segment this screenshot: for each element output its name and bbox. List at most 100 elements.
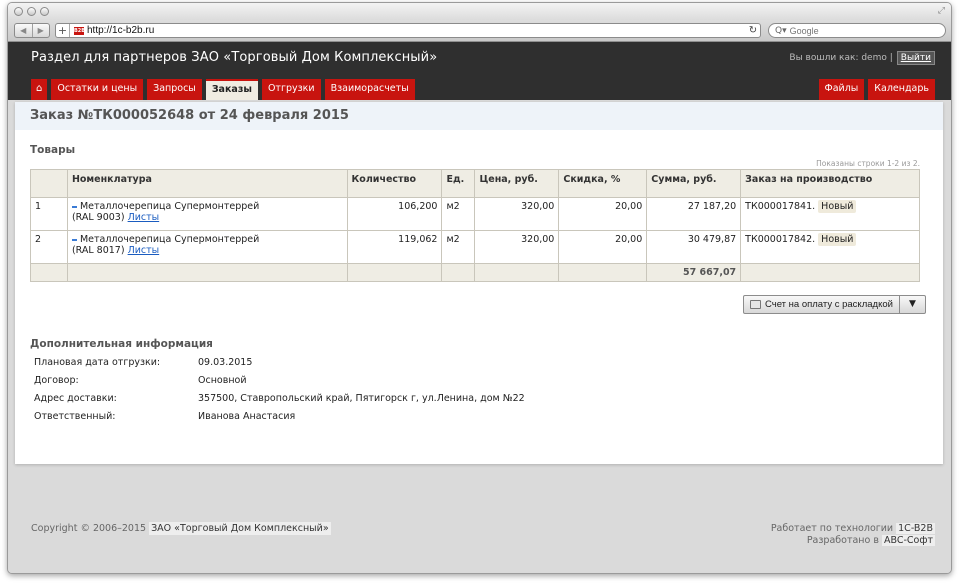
search-icon: Q▾ (775, 25, 787, 36)
reload-icon[interactable]: ↻ (746, 25, 760, 36)
menu-item-shipments[interactable]: Отгрузки (261, 79, 321, 100)
copyright-text: Copyright © 2006–2015 (31, 523, 147, 534)
url-text[interactable]: http://1c-b2b.ru (87, 25, 746, 36)
back-button[interactable]: ◀ (15, 24, 32, 37)
discount-cell: 20,00 (558, 230, 648, 264)
footer-org[interactable]: ЗАО «Торговый Дом Комплексный» (149, 522, 331, 535)
dev-link[interactable]: ABC-Софт (881, 535, 935, 546)
browser-toolbar: ◀ ▶ + B2B http://1c-b2b.ru ↻ Q▾ (8, 20, 951, 42)
product-link[interactable]: Листы (128, 245, 160, 256)
info-row: Договор: Основной (34, 374, 525, 392)
discount-cell: 20,00 (558, 197, 648, 231)
goods-section-title: Товары (30, 144, 76, 156)
tech-link[interactable]: 1C-B2B (896, 523, 935, 534)
total-row: 57 667,07 (30, 263, 920, 282)
empty-cell (441, 263, 476, 282)
status-badge: Новый (818, 233, 857, 246)
column-header[interactable]: Скидка, % (558, 169, 648, 198)
sum-cell: 27 187,20 (646, 197, 742, 231)
column-header[interactable]: Ед. (441, 169, 476, 198)
info-label: Плановая дата отгрузки: (34, 357, 161, 368)
info-value: Основной (198, 375, 247, 386)
add-bookmark-icon[interactable]: + (56, 24, 70, 37)
dash-icon (71, 205, 77, 208)
column-header[interactable]: Заказ на производство (740, 169, 920, 198)
product-cell: Металлочерепица Супермонтеррей (RAL 9003… (66, 197, 348, 231)
unit-cell: м2 (441, 197, 476, 231)
favicon-icon: B2B (74, 26, 86, 35)
production-order-cell: ТК000017841. Новый (740, 197, 920, 231)
footer-copyright: Copyright © 2006–2015 ЗАО «Торговый Дом … (31, 522, 331, 535)
row-number: 2 (30, 230, 68, 264)
menu-item-calendar[interactable]: Календарь (868, 79, 935, 100)
production-order-cell: ТК000017842. Новый (740, 230, 920, 264)
forward-button[interactable]: ▶ (31, 24, 50, 37)
product-cell: Металлочерепица Супермонтеррей (RAL 8017… (66, 230, 348, 264)
info-label: Ответственный: (34, 411, 116, 422)
column-header[interactable]: Количество (346, 169, 443, 198)
price-cell: 320,00 (474, 197, 560, 231)
table-row: 2 Металлочерепица Супермонтеррей (RAL 80… (30, 230, 920, 264)
goods-table: Номенклатура Количество Ед. Цена, руб. С… (30, 169, 920, 282)
page-header: Заказ №ТК000052648 от 24 февраля 2015 (15, 102, 943, 130)
login-info: Вы вошли как: demo | Выйти (789, 51, 935, 65)
total-sum: 57 667,07 (646, 263, 742, 282)
empty-cell (66, 263, 348, 282)
info-value: 357500, Ставропольский край, Пятигорск г… (198, 393, 525, 404)
search-input[interactable] (789, 25, 930, 36)
invoice-button[interactable]: Счет на оплату с раскладкой (744, 296, 899, 313)
info-row: Плановая дата отгрузки: 09.03.2015 (34, 356, 525, 374)
unit-cell: м2 (441, 230, 476, 264)
status-badge: Новый (818, 200, 857, 213)
quantity-cell: 119,062 (346, 230, 443, 264)
menu-item-orders[interactable]: Заказы (205, 79, 258, 100)
info-label: Адрес доставки: (34, 393, 117, 404)
home-icon[interactable]: ⌂ (31, 79, 48, 100)
dash-icon (71, 238, 77, 241)
title-bar: ⤢ (8, 3, 951, 20)
empty-cell (558, 263, 648, 282)
zoom-window-button[interactable] (40, 7, 49, 16)
content-panel: Заказ №ТК000052648 от 24 февраля 2015 То… (15, 102, 943, 464)
product-extra: (RAL 9003) (71, 212, 125, 223)
menu-item-files[interactable]: Файлы (818, 79, 865, 100)
nav-buttons: ◀ ▶ (14, 23, 50, 38)
close-window-button[interactable] (14, 7, 23, 16)
product-name: Металлочерепица Супермонтеррей (79, 201, 260, 212)
minimize-window-button[interactable] (27, 7, 36, 16)
product-link[interactable]: Листы (128, 212, 160, 223)
address-bar[interactable]: + B2B http://1c-b2b.ru ↻ (55, 23, 761, 38)
invoice-dropdown-button[interactable]: ▼ (898, 296, 925, 313)
printer-icon (750, 300, 761, 309)
column-header[interactable]: Цена, руб. (474, 169, 560, 198)
logged-in-label: Вы вошли как: demo | (789, 53, 893, 63)
footer-credits: Работает по технологии 1C-B2B Разработан… (771, 523, 935, 547)
menu-item-stock[interactable]: Остатки и цены (51, 79, 144, 100)
info-row: Ответственный: Иванова Анастасия (34, 410, 525, 428)
column-header[interactable]: Сумма, руб. (646, 169, 742, 198)
site-header: Раздел для партнеров ЗАО «Торговый Дом К… (8, 42, 951, 100)
search-bar[interactable]: Q▾ (768, 23, 946, 38)
production-order-number: ТК000017841. (745, 201, 816, 212)
quantity-cell: 106,200 (346, 197, 443, 231)
resize-icon[interactable]: ⤢ (938, 6, 945, 16)
invoice-button-group: Счет на оплату с раскладкой ▼ (743, 295, 926, 314)
empty-cell (30, 263, 68, 282)
main-area: Заказ №ТК000052648 от 24 февраля 2015 То… (8, 100, 951, 573)
site-title: Раздел для партнеров ЗАО «Торговый Дом К… (31, 50, 438, 65)
logout-button[interactable]: Выйти (896, 51, 935, 65)
dev-prefix: Разработано в (806, 535, 879, 546)
column-header (30, 169, 68, 198)
browser-window: ⤢ ◀ ▶ + B2B http://1c-b2b.ru ↻ Q▾ Раздел… (7, 2, 952, 574)
menu-item-requests[interactable]: Запросы (147, 79, 202, 100)
menu-item-settlements[interactable]: Взаиморасчеты (324, 79, 415, 100)
empty-cell (740, 263, 920, 282)
product-name: Металлочерепица Супермонтеррей (79, 234, 260, 245)
price-cell: 320,00 (474, 230, 560, 264)
main-menu: ⌂ Остатки и цены Запросы Заказы Отгрузки… (31, 79, 415, 100)
table-header-row: Номенклатура Количество Ед. Цена, руб. С… (30, 169, 920, 198)
column-header[interactable]: Номенклатура (66, 169, 348, 198)
invoice-button-label: Счет на оплату с раскладкой (765, 299, 893, 310)
table-row: 1 Металлочерепица Супермонтеррей (RAL 90… (30, 197, 920, 231)
tech-prefix: Работает по технологии (770, 523, 894, 534)
